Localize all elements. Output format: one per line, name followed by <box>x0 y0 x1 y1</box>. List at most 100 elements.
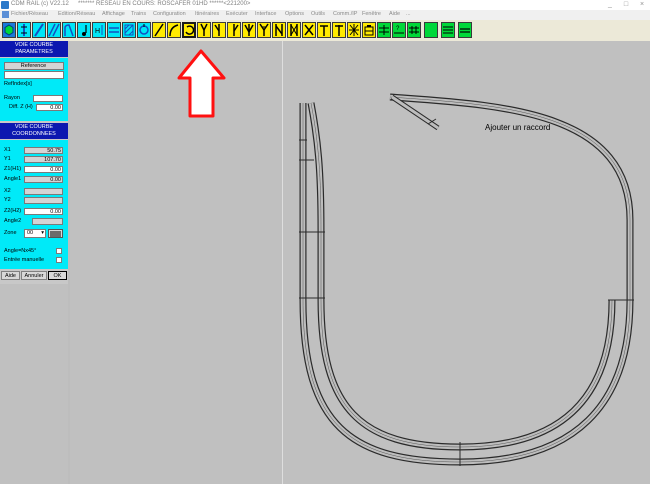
menu-options[interactable]: Options <box>285 11 304 17</box>
green-track-icon[interactable] <box>407 22 421 38</box>
track-double-icon[interactable] <box>47 22 61 38</box>
rayon-field[interactable] <box>33 95 63 102</box>
track-circle-curve-icon[interactable] <box>182 22 196 38</box>
track-curve-icon[interactable] <box>167 22 181 38</box>
diffz-field[interactable]: 0.00 <box>36 104 63 111</box>
track-h-icon[interactable]: H <box>92 22 106 38</box>
turnout-right-icon[interactable] <box>227 22 241 38</box>
coords-box: X1 50.75 Y1 107.70 Z1(H1) 0.00 Angle1 0.… <box>0 140 68 269</box>
green-block-icon[interactable]: ? <box>392 22 406 38</box>
star-crossing-icon[interactable] <box>347 22 361 38</box>
zone-value: 00 <box>27 230 34 236</box>
angle1-label: Angle1 <box>4 176 22 182</box>
rayon-label: Rayon <box>4 95 20 101</box>
turntable-icon[interactable] <box>317 22 331 38</box>
menu-edition[interactable]: Edition/Réseau <box>58 11 95 17</box>
green-solid-icon[interactable] <box>424 22 438 38</box>
signal-icon[interactable] <box>332 22 346 38</box>
crossing-x-icon[interactable] <box>287 22 301 38</box>
hexagon-icon[interactable] <box>2 22 16 38</box>
menu-configuration[interactable]: Configuration <box>153 11 186 17</box>
params-header-line2: PARAMETRES <box>15 49 53 55</box>
zone-pattern-button[interactable] <box>48 229 63 238</box>
building-icon[interactable] <box>362 22 376 38</box>
menu-more[interactable]: ... <box>406 11 411 17</box>
svg-text:?: ? <box>396 26 400 32</box>
menu-itineraires[interactable]: Itinéraires <box>195 11 219 17</box>
ok-button[interactable]: OK <box>48 271 67 280</box>
track-music-icon[interactable] <box>77 22 91 38</box>
menu-executer[interactable]: Exécuter <box>226 11 248 17</box>
menu-outils[interactable]: Outils <box>311 11 325 17</box>
refindex-label: RefIndex[s] <box>4 81 32 87</box>
green-rail-icon[interactable] <box>458 22 472 38</box>
angle-nx45-checkbox[interactable] <box>56 248 62 254</box>
angle2-field <box>32 218 63 225</box>
coords-header: VOIE COURBE COORDONNEES <box>0 123 68 139</box>
z2-label: Z2(H2) <box>4 208 22 214</box>
layout-canvas[interactable] <box>70 41 650 484</box>
annotation-text: Ajouter un raccord <box>485 123 551 132</box>
chevron-down-icon: ▾ <box>41 230 44 236</box>
params-header: VOIE COURBE PARAMETRES <box>0 41 68 57</box>
close-button[interactable]: × <box>634 0 650 10</box>
track-hatch-icon[interactable] <box>122 22 136 38</box>
turnout-double-wye-icon[interactable] <box>257 22 271 38</box>
zone-label: Zone <box>4 230 17 236</box>
turnout-wye-icon[interactable] <box>242 22 256 38</box>
zone-select[interactable]: 00 ▾ <box>24 229 46 238</box>
transfer-icon[interactable] <box>377 22 391 38</box>
entree-manuelle-label: Entrée manuelle <box>4 257 45 263</box>
menu-affichage[interactable]: Affichage <box>102 11 125 17</box>
z1-label: Z1(H1) <box>4 166 22 172</box>
diffz-label: Diff. Z (H) <box>9 104 33 110</box>
angle2-label: Angle2 <box>4 218 22 224</box>
annuler-button[interactable]: Annuler <box>21 271 47 280</box>
menu-trains[interactable]: Trains <box>131 11 146 17</box>
aide-button[interactable]: Aide <box>1 271 20 280</box>
track-curve-end-icon[interactable] <box>62 22 76 38</box>
track-slash-icon[interactable] <box>152 22 166 38</box>
menu-aide[interactable]: Aide <box>389 11 400 17</box>
minimize-button[interactable]: _ <box>602 0 618 10</box>
x2-field <box>24 188 63 195</box>
reference-header: Reference <box>4 62 64 70</box>
z2-field[interactable]: 0.00 <box>24 208 63 215</box>
menu-fichier[interactable]: Fichier/Réseau <box>11 11 48 17</box>
crossing-double-icon[interactable] <box>272 22 286 38</box>
toolbar: H ? <box>0 20 650 42</box>
turnout-left-icon[interactable] <box>212 22 226 38</box>
track-straight-icon[interactable] <box>17 22 31 38</box>
coords-header-line2: COORDONNEES <box>12 131 56 137</box>
system-menu-icon[interactable] <box>2 11 9 18</box>
params-header-line1: VOIE COURBE <box>14 42 54 48</box>
canvas-guide-line <box>282 41 283 484</box>
menu-comm-ip[interactable]: Comm./IP <box>333 11 357 17</box>
turnout-y-icon[interactable] <box>197 22 211 38</box>
menu-fenetre[interactable]: Fenêtre <box>362 11 381 17</box>
track-diagonal-icon[interactable] <box>32 22 46 38</box>
parameters-panel: VOIE COURBE PARAMETRES Reference RefInde… <box>0 41 68 284</box>
y2-field <box>24 197 63 204</box>
entree-manuelle-checkbox[interactable] <box>56 257 62 263</box>
menu-interface[interactable]: Interface <box>255 11 276 17</box>
x1-field: 50.75 <box>24 147 63 154</box>
z1-field[interactable]: 0.00 <box>24 166 63 173</box>
app-icon <box>1 1 9 9</box>
angle1-field: 0.00 <box>24 176 63 183</box>
coords-header-line1: VOIE COURBE <box>14 124 54 130</box>
crossing-slip-icon[interactable] <box>302 22 316 38</box>
y1-label: Y1 <box>4 156 11 162</box>
track-cycle-icon[interactable] <box>137 22 151 38</box>
x1-label: X1 <box>4 147 11 153</box>
maximize-button[interactable]: □ <box>618 0 634 10</box>
y1-field: 107.70 <box>24 156 63 163</box>
angle-nx45-label: Angle=Nx45° <box>4 248 37 254</box>
track-parallel-icon[interactable] <box>107 22 121 38</box>
y2-label: Y2 <box>4 197 11 203</box>
reference-field[interactable] <box>4 71 64 79</box>
green-lines-icon[interactable] <box>441 22 455 38</box>
svg-text:H: H <box>95 28 100 35</box>
network-title: ******* RESEAU EN COURS: ROSCAFER 01HD *… <box>78 1 251 7</box>
params-box: Reference RefIndex[s] Rayon Diff. Z (H) … <box>0 58 68 121</box>
